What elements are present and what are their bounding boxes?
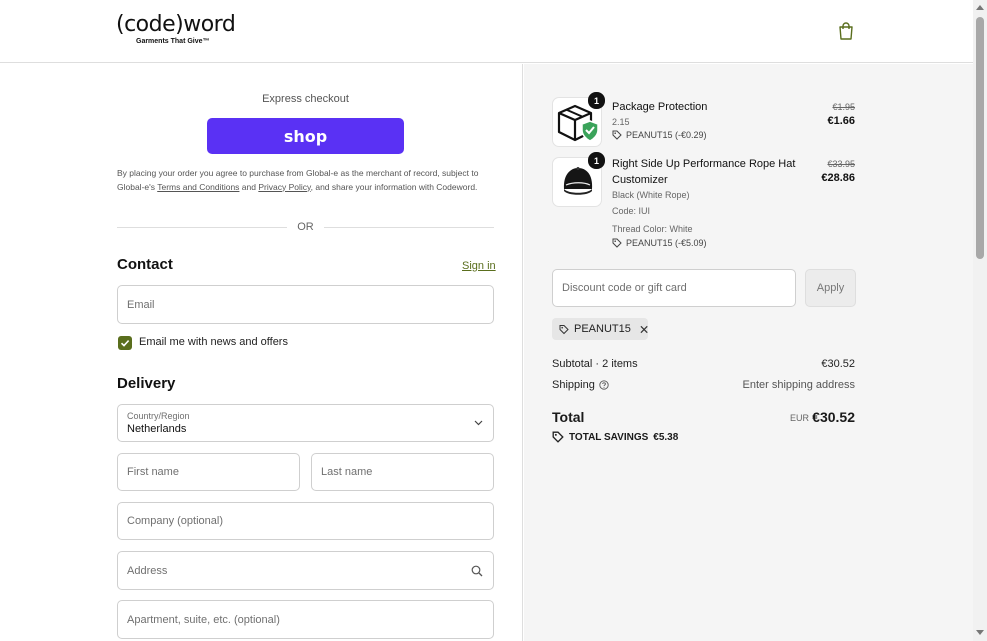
- tag-icon: [612, 238, 622, 248]
- apartment-field[interactable]: Apartment, suite, etc. (optional): [117, 600, 494, 639]
- country-select[interactable]: Country/Region Netherlands: [117, 404, 494, 442]
- apply-discount-button[interactable]: Apply: [805, 269, 856, 307]
- last-name-placeholder: Last name: [321, 466, 373, 478]
- search-icon: [471, 565, 483, 577]
- newsletter-checkbox[interactable]: [118, 336, 132, 350]
- sign-in-link[interactable]: Sign in: [462, 260, 496, 272]
- email-field[interactable]: Email: [117, 285, 494, 324]
- country-label: Country/Region: [127, 411, 190, 421]
- subtotal-value: €30.52: [821, 358, 855, 370]
- shop-pay-button[interactable]: shop: [207, 118, 404, 154]
- help-icon[interactable]: [599, 380, 609, 390]
- subtotal-label: Subtotal · 2 items: [552, 358, 638, 370]
- delivery-title: Delivery: [117, 375, 176, 392]
- divider-line: [324, 227, 494, 228]
- shipping-label: Shipping: [552, 379, 595, 391]
- brand-tagline: Garments That Give™: [136, 38, 210, 45]
- item-variant: 2.15: [612, 117, 630, 127]
- total-savings: TOTAL SAVINGS €5.38: [552, 431, 678, 443]
- discount-code-input[interactable]: Discount code or gift card: [552, 269, 796, 307]
- header: (code)word Garments That Give™: [0, 0, 973, 63]
- scroll-up-icon[interactable]: [976, 5, 984, 10]
- item-name-line2: Customizer: [612, 174, 668, 186]
- scrollbar[interactable]: [973, 0, 987, 641]
- checkmark-icon: [120, 340, 130, 347]
- savings-value: €5.38: [653, 431, 679, 443]
- express-checkout-label: Express checkout: [262, 93, 349, 105]
- order-summary-panel: [524, 64, 973, 641]
- tag-icon: [612, 130, 622, 140]
- company-field[interactable]: Company (optional): [117, 502, 494, 540]
- total-label: Total: [552, 409, 585, 425]
- brand-name: (code)word: [116, 12, 236, 37]
- quantity-badge: 1: [588, 92, 605, 109]
- close-icon[interactable]: [640, 325, 648, 334]
- first-name-field[interactable]: First name: [117, 453, 300, 491]
- newsletter-label: Email me with news and offers: [139, 336, 288, 348]
- item-price: €28.86: [821, 172, 855, 184]
- quantity-badge: 1: [588, 152, 605, 169]
- company-placeholder: Company (optional): [127, 515, 223, 527]
- brand-logo[interactable]: (code)word Garments That Give™: [116, 12, 236, 46]
- applied-discount-chip: PEANUT15: [552, 318, 648, 340]
- savings-label: TOTAL SAVINGS: [569, 431, 649, 443]
- email-placeholder: Email: [127, 298, 155, 311]
- item-variant: Black (White Rope): [612, 190, 690, 200]
- last-name-field[interactable]: Last name: [311, 453, 494, 491]
- terms-link[interactable]: Terms and Conditions: [157, 182, 239, 192]
- shipping-value: Enter shipping address: [742, 379, 855, 391]
- item-code: Code: IUI: [612, 206, 651, 216]
- contact-title: Contact: [117, 256, 173, 273]
- country-value: Netherlands: [127, 423, 187, 435]
- item-original-price: €33.95: [827, 159, 855, 169]
- scroll-down-icon[interactable]: [976, 630, 984, 635]
- item-name-line1: Right Side Up Performance Rope Hat: [612, 158, 796, 170]
- legal-notice: By placing your order you agree to purch…: [117, 168, 479, 192]
- apartment-placeholder: Apartment, suite, etc. (optional): [127, 613, 280, 626]
- first-name-placeholder: First name: [127, 466, 179, 478]
- item-name: Package Protection: [612, 101, 708, 113]
- shipping-row: Shipping: [552, 379, 609, 391]
- item-original-price: €1.95: [832, 102, 855, 112]
- scroll-thumb[interactable]: [976, 17, 984, 259]
- item-discount: PEANUT15 (-€5.09): [612, 238, 707, 248]
- applied-code: PEANUT15: [573, 323, 631, 335]
- tag-icon: [559, 324, 569, 334]
- item-discount: PEANUT15 (-€0.29): [612, 130, 707, 140]
- item-price: €1.66: [827, 115, 855, 127]
- or-divider: OR: [117, 221, 494, 233]
- shopping-bag-icon[interactable]: [838, 22, 854, 40]
- item-thread-color: Thread Color: White: [612, 224, 693, 234]
- chevron-down-icon: [474, 420, 483, 426]
- address-field[interactable]: Address: [117, 551, 494, 590]
- privacy-link[interactable]: Privacy Policy: [258, 182, 310, 192]
- currency-code: EUR: [790, 413, 810, 423]
- address-placeholder: Address: [127, 564, 168, 577]
- discount-placeholder: Discount code or gift card: [562, 282, 687, 294]
- tag-icon: [552, 431, 564, 443]
- total-value: €30.52: [812, 409, 855, 425]
